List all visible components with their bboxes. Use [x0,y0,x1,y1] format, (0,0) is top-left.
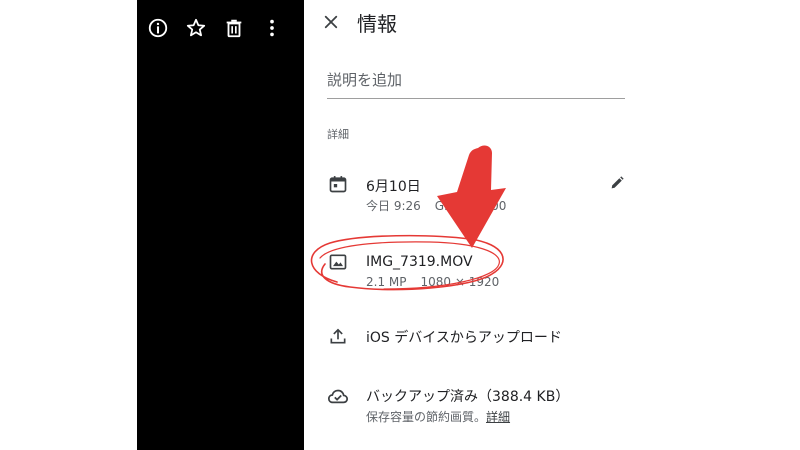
delete-button[interactable] [219,10,249,46]
timezone-text: GMT+09:00 [434,199,507,213]
favorite-button[interactable] [181,10,211,46]
image-icon [326,250,350,274]
upload-source-text: iOS デバイスからアップロード [366,330,562,346]
backup-secondary: 保存容量の節約画質。詳細 [366,408,510,425]
pencil-icon [609,175,625,195]
star-outline-icon [185,17,207,39]
info-panel: 情報 詳細 6月10日 今日 9:26 GMT+09:00 [304,0,800,450]
details-section-label: 詳細 [327,128,349,141]
viewer-toolbar [137,10,304,46]
screenshot-stage: 情報 詳細 6月10日 今日 9:26 GMT+09:00 [0,0,800,450]
megapixel-text: 2.1 MP [366,275,407,289]
close-icon [322,13,340,35]
calendar-icon [326,172,350,196]
description-input[interactable] [327,66,625,99]
storage-quality-text: 保存容量の節約画質。 [366,410,487,424]
time-text: 今日 9:26 [366,199,421,213]
info-button[interactable] [143,10,173,46]
close-button[interactable] [318,11,344,37]
backup-row: バックアップ済み（388.4 KB） 保存容量の節約画質。詳細 [304,380,800,428]
details-link[interactable]: 詳細 [486,410,510,424]
upload-source-row: iOS デバイスからアップロード [304,322,800,352]
date-row: 6月10日 今日 9:26 GMT+09:00 [304,168,800,216]
date-secondary: 今日 9:26 GMT+09:00 [366,197,506,214]
panel-header: 情報 [304,0,800,50]
more-options-button[interactable] [257,10,287,46]
edit-date-button[interactable] [606,174,628,196]
info-circle-icon [147,17,169,39]
more-vertical-icon [261,17,283,39]
panel-title: 情報 [357,12,397,36]
file-row: IMG_7319.MOV 2.1 MP 1080 × 1920 [304,246,800,294]
media-viewer [137,0,304,450]
trash-icon [223,17,245,39]
cloud-done-icon [326,384,350,408]
date-primary: 6月10日 [366,179,421,195]
file-name: IMG_7319.MOV [366,254,473,270]
backup-status: バックアップ済み（388.4 KB） [366,389,570,405]
upload-icon [326,324,350,348]
file-secondary: 2.1 MP 1080 × 1920 [366,275,499,289]
resolution-text: 1080 × 1920 [420,275,500,289]
